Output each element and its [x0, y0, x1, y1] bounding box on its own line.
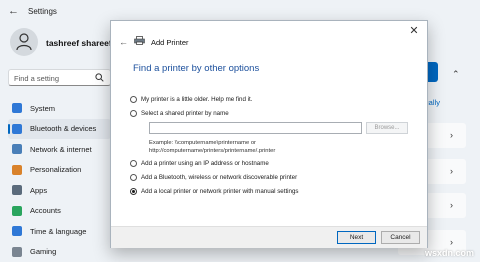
sidebar-item-label: Apps [30, 185, 48, 195]
settings-app-title: Settings [28, 7, 57, 16]
option-bluetooth-wireless[interactable]: Add a Bluetooth, wireless or network dis… [130, 174, 297, 181]
wifi-icon [12, 144, 22, 155]
chevron-right-icon: › [450, 166, 453, 176]
example-text: Example: \\computername\printername or h… [149, 139, 275, 155]
bluetooth-icon [12, 123, 22, 134]
find-setting-input[interactable]: Find a setting [8, 69, 111, 86]
radio-button[interactable] [130, 110, 137, 117]
sidebar-item[interactable]: Network & internet [8, 139, 111, 160]
search-icon [95, 73, 104, 82]
sidebar-item[interactable]: Time & language [8, 221, 111, 242]
back-arrow-icon[interactable]: ← [8, 5, 22, 19]
close-icon[interactable]: ✕ [407, 24, 421, 38]
person-icon [12, 205, 22, 216]
sidebar-item-label: Gaming [30, 247, 57, 257]
sidebar-item-label: Bluetooth & devices [30, 124, 97, 134]
sidebar-item[interactable]: Apps [8, 180, 111, 201]
sidebar-item[interactable]: System [8, 98, 111, 119]
option-older-printer[interactable]: My printer is a little older. Help me fi… [130, 96, 252, 103]
radio-button[interactable] [130, 160, 137, 167]
option-shared-printer[interactable]: Select a shared printer by name [130, 110, 229, 117]
shared-printer-name-input[interactable] [149, 122, 362, 134]
sidebar-item-label: Time & language [30, 226, 87, 236]
user-name: tashreef shareef [46, 38, 112, 48]
dialog-heading: Find a printer by other options [133, 63, 260, 74]
chevron-right-icon: › [450, 200, 453, 210]
radio-button[interactable] [130, 96, 137, 103]
dialog-back-arrow-icon[interactable]: ← [119, 37, 129, 47]
browse-button[interactable]: Browse... [366, 122, 408, 134]
sidebar-item[interactable]: Gaming [8, 242, 111, 262]
chevron-up-icon[interactable]: ⌃ [452, 70, 460, 79]
brush-icon [12, 164, 22, 175]
sidebar-item[interactable]: Accounts [8, 201, 111, 222]
dialog-title: Add Printer [151, 38, 189, 47]
option-label: Add a printer using an IP address or hos… [141, 160, 269, 167]
globe-clock-icon [12, 226, 22, 237]
example-line-2: http://computername/printers/printername… [149, 148, 276, 154]
apps-icon [12, 185, 22, 196]
radio-button-selected[interactable] [130, 188, 137, 195]
option-label: Add a Bluetooth, wireless or network dis… [141, 174, 298, 181]
cancel-button[interactable]: Cancel [381, 231, 420, 244]
next-button[interactable]: Next [337, 231, 376, 244]
sidebar-item[interactable]: Bluetooth & devices [8, 118, 111, 139]
option-label: My printer is a little older. Help me fi… [141, 96, 253, 103]
add-printer-dialog: ✕ ← Add Printer Find a printer by other … [110, 20, 428, 248]
sidebar-item-label: Accounts [30, 206, 61, 216]
option-label: Select a shared printer by name [141, 110, 229, 117]
sidebar-item[interactable]: Personalization [8, 160, 111, 181]
radio-button[interactable] [130, 174, 137, 181]
monitor-icon [12, 103, 22, 114]
person-icon [16, 33, 32, 51]
sidebar-item-label: Personalization [30, 165, 82, 175]
settings-sidebar: System Bluetooth & devices Network & inter… [8, 98, 111, 262]
chevron-right-icon: › [450, 130, 453, 140]
dialog-footer: Next Cancel [111, 226, 427, 248]
watermark: wsxdn.com [424, 248, 474, 258]
printer-icon [134, 36, 145, 45]
gamepad-icon [12, 246, 22, 257]
chevron-right-icon: › [450, 237, 453, 247]
sidebar-item-label: System [30, 103, 56, 113]
option-label: Add a local printer or network printer w… [141, 188, 299, 195]
sidebar-item-label: Network & internet [30, 144, 92, 154]
avatar [10, 28, 38, 56]
search-placeholder: Find a setting [14, 74, 60, 83]
example-line-1: Example: \\computername\printername or [149, 140, 256, 146]
option-ip-hostname[interactable]: Add a printer using an IP address or hos… [130, 160, 269, 167]
option-local-manual[interactable]: Add a local printer or network printer w… [130, 188, 299, 195]
